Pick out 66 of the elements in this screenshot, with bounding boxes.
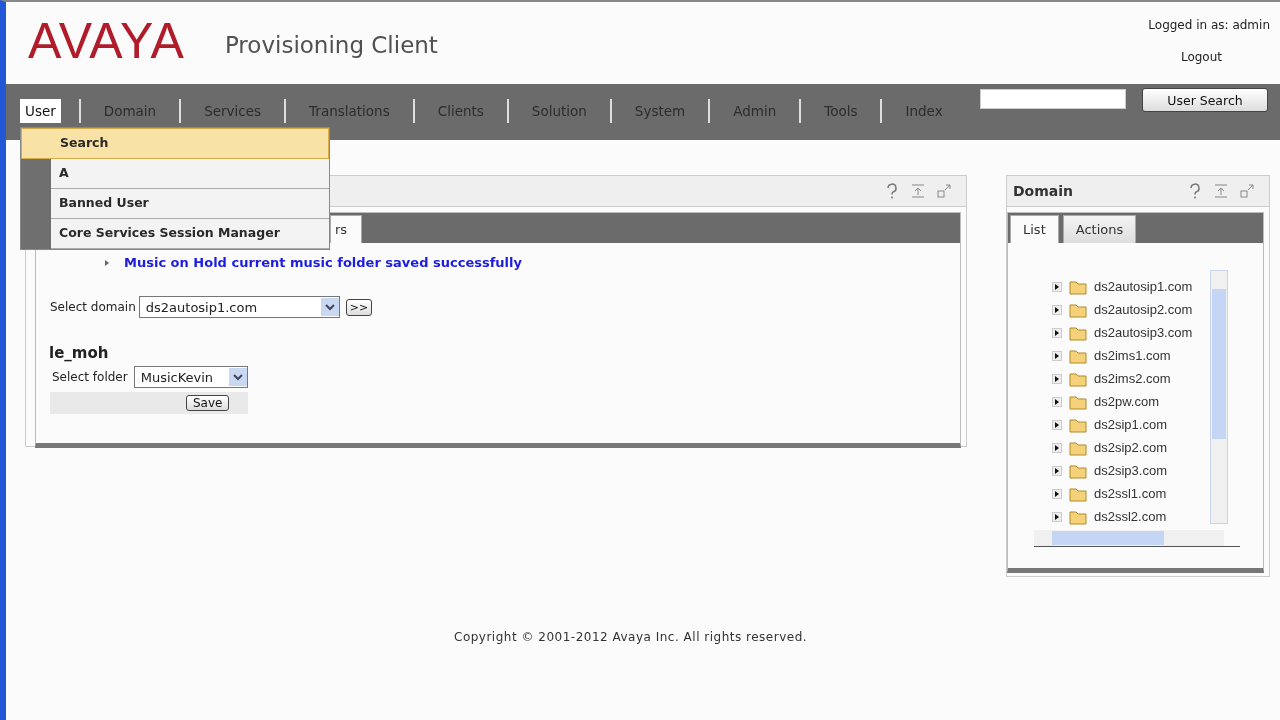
tree-item[interactable]: ds2ssl1.com [1094, 486, 1167, 501]
expand-icon[interactable] [1052, 465, 1062, 476]
app-title: Provisioning Client [224, 32, 438, 58]
help-icon[interactable] [1187, 183, 1203, 199]
expand-icon[interactable] [1052, 511, 1062, 522]
tree-item[interactable]: ds2pw.com [1094, 394, 1160, 409]
expand-icon[interactable] [1052, 488, 1062, 499]
folder-icon[interactable] [1069, 508, 1087, 525]
search-field[interactable] [980, 89, 1126, 109]
expand-icon[interactable] [1052, 327, 1062, 338]
folder-icon[interactable] [1069, 462, 1087, 479]
tab[interactable]: Actions [1062, 215, 1137, 243]
horizontal-scrollbar[interactable] [1034, 530, 1224, 546]
vertical-scrollbar[interactable] [1210, 270, 1228, 524]
menu-item[interactable]: Banned User [51, 189, 329, 219]
tree-item[interactable]: ds2sip3.com [1094, 463, 1167, 478]
success-message: Music on Hold current music folder saved successfully [124, 255, 522, 270]
save-button[interactable]: Save [186, 395, 230, 411]
menu-item[interactable]: A [51, 159, 329, 189]
folder-icon[interactable] [1069, 347, 1087, 364]
logo: AVAYA [28, 12, 185, 70]
menu-item[interactable]: Search [21, 128, 329, 159]
upload-icon[interactable] [910, 183, 926, 199]
field-label: Select folder [52, 370, 128, 384]
go-button[interactable]: >> [345, 298, 373, 316]
section-title: le_moh [49, 344, 110, 362]
folder-icon[interactable] [1069, 301, 1087, 318]
folder-icon[interactable] [1069, 278, 1087, 295]
upload-icon[interactable] [1213, 183, 1229, 199]
domain-select[interactable]: ds2autosip1.com [138, 296, 340, 318]
bullet-icon[interactable] [104, 258, 110, 267]
tab[interactable]: rs [330, 215, 363, 243]
tree-item[interactable]: ds2autosip1.com [1094, 279, 1193, 294]
tree-item[interactable]: ds2autosip3.com [1094, 325, 1193, 340]
help-icon[interactable] [884, 183, 900, 199]
field-label: Select domain [50, 300, 136, 314]
folder-icon[interactable] [1069, 324, 1087, 341]
logout-link[interactable]: Logout [1180, 50, 1222, 64]
folder-icon[interactable] [1069, 370, 1087, 387]
tree-item[interactable]: ds2ssl2.com [1094, 509, 1167, 524]
tab[interactable]: List [1010, 215, 1059, 243]
copyright-text: Copyright © 2001-2012 Avaya Inc. All rights reserved. [454, 630, 808, 644]
tree-item[interactable]: ds2ims2.com [1094, 371, 1171, 386]
tree-item[interactable]: ds2sip1.com [1094, 417, 1167, 432]
tree-item[interactable]: ds2sip2.com [1094, 440, 1167, 455]
folder-icon[interactable] [1069, 485, 1087, 502]
folder-select[interactable]: MusicKevin [133, 366, 248, 388]
expand-icon[interactable] [1052, 373, 1062, 384]
expand-icon[interactable] [1052, 350, 1062, 361]
popout-icon[interactable] [1239, 183, 1255, 199]
menu-item[interactable]: Core Services Session Manager [51, 219, 329, 249]
nav-menu-item[interactable]: User [20, 99, 61, 123]
expand-icon[interactable] [1052, 304, 1062, 315]
tree-item[interactable]: ds2autosip2.com [1094, 302, 1193, 317]
expand-icon[interactable] [1052, 442, 1062, 453]
expand-icon[interactable] [1052, 396, 1062, 407]
folder-icon[interactable] [1069, 393, 1087, 410]
folder-icon[interactable] [1069, 416, 1087, 433]
expand-icon[interactable] [1052, 281, 1062, 292]
folder-icon[interactable] [1069, 439, 1087, 456]
expand-icon[interactable] [1052, 419, 1062, 430]
tree-item[interactable]: ds2ims1.com [1094, 348, 1171, 363]
logged-in-text: Logged in as: admin [1148, 18, 1270, 32]
user-search-button[interactable]: User Search [1142, 88, 1268, 112]
popout-icon[interactable] [936, 183, 952, 199]
panel-title: Domain [1013, 183, 1074, 199]
